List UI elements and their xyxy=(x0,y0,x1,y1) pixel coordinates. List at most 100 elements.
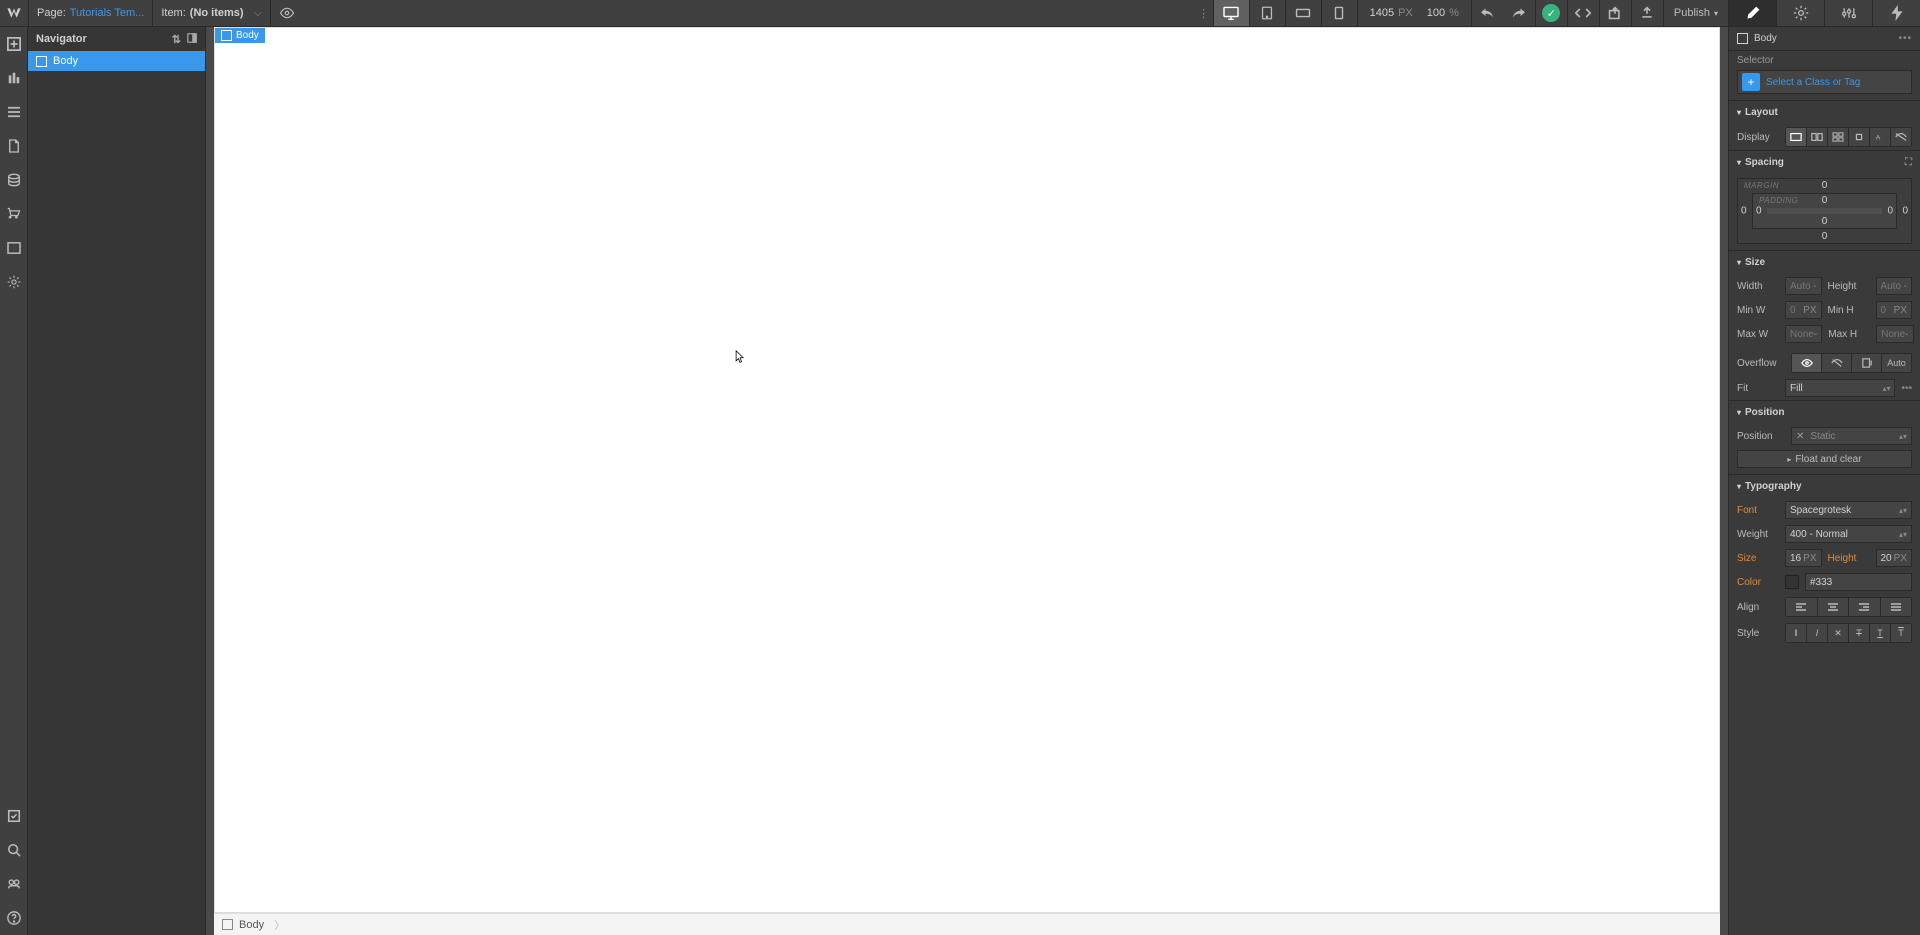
panel-tab-style-manager[interactable] xyxy=(1824,0,1872,26)
selected-element-badge: Body xyxy=(215,28,265,43)
display-grid[interactable] xyxy=(1828,128,1849,146)
text-overline[interactable]: T xyxy=(1891,624,1911,642)
section-typography-head[interactable]: ▾ Typography xyxy=(1729,475,1920,498)
margin-bottom[interactable]: 0 xyxy=(1822,231,1828,242)
align-right[interactable] xyxy=(1849,598,1881,616)
overflow-hidden[interactable] xyxy=(1822,354,1852,372)
minw-input[interactable]: 0PX xyxy=(1785,301,1822,319)
section-spacing-head[interactable]: ▾ Spacing ⛶ xyxy=(1729,151,1920,174)
rail-navigator[interactable] xyxy=(0,95,27,129)
margin-right[interactable]: 0 xyxy=(1902,206,1908,217)
maxw-input[interactable]: None- xyxy=(1785,325,1822,343)
navigator-item-body[interactable]: Body xyxy=(28,51,205,71)
element-more-icon[interactable]: ••• xyxy=(1898,33,1912,44)
rail-video[interactable] xyxy=(0,867,27,901)
rail-users[interactable] xyxy=(0,197,27,231)
align-center[interactable] xyxy=(1818,598,1850,616)
rail-assets[interactable] xyxy=(0,231,27,265)
rail-add-elements[interactable] xyxy=(0,27,27,61)
item-selector[interactable]: Item: (No items) ⌵ xyxy=(152,0,270,26)
rail-pages[interactable] xyxy=(0,61,27,95)
redo-button[interactable] xyxy=(1503,0,1535,26)
color-swatch[interactable] xyxy=(1785,575,1799,589)
section-position-head[interactable]: ▾ Position xyxy=(1729,401,1920,424)
section-layout-head[interactable]: ▾ Layout xyxy=(1729,101,1920,124)
minh-input[interactable]: 0PX xyxy=(1876,301,1913,319)
padding-box[interactable]: PADDING 0 0 0 0 xyxy=(1752,193,1897,229)
audit-button[interactable] xyxy=(1631,0,1663,26)
overflow-auto[interactable]: Auto xyxy=(1882,354,1911,372)
rail-ecommerce[interactable] xyxy=(0,163,27,197)
canvas-size-display[interactable]: 1405 PX 100 % xyxy=(1357,0,1471,26)
preview-button[interactable] xyxy=(270,0,304,26)
rail-help[interactable] xyxy=(0,901,27,935)
more-menu-icon[interactable]: ⋮ xyxy=(1195,0,1213,26)
align-justify[interactable] xyxy=(1881,598,1912,616)
margin-top[interactable]: 0 xyxy=(1822,180,1828,191)
clear-position-icon[interactable]: ✕ xyxy=(1796,431,1804,442)
class-selector-input[interactable]: + Select a Class or Tag xyxy=(1737,70,1912,94)
webflow-logo-icon[interactable] xyxy=(0,0,28,27)
rail-search[interactable] xyxy=(0,833,27,867)
display-flex[interactable] xyxy=(1807,128,1828,146)
height-input[interactable]: Auto- xyxy=(1876,277,1913,295)
display-none[interactable] xyxy=(1891,128,1911,146)
weight-select[interactable]: 400 - Normal▴▾ xyxy=(1785,525,1912,543)
breadcrumb-body[interactable]: Body xyxy=(239,919,264,931)
display-inline-block[interactable] xyxy=(1849,128,1870,146)
panel-tab-style[interactable] xyxy=(1728,0,1776,26)
breadcrumb-separator-icon: 〉 xyxy=(274,917,285,933)
font-select[interactable]: Spacegrotesk▴▾ xyxy=(1785,501,1912,519)
panel-tab-interactions[interactable] xyxy=(1872,0,1920,26)
breakpoint-desktop[interactable] xyxy=(1213,0,1249,26)
text-style-button-group: I I ✕ T T T xyxy=(1785,623,1912,643)
width-input[interactable]: Auto- xyxy=(1785,277,1822,295)
display-inline[interactable]: A xyxy=(1870,128,1891,146)
rail-audit[interactable] xyxy=(0,799,27,833)
padding-bottom[interactable]: 0 xyxy=(1822,216,1828,227)
undo-button[interactable] xyxy=(1471,0,1503,26)
expand-collapse-icon[interactable]: ⇅ xyxy=(172,33,181,46)
text-italic[interactable]: I xyxy=(1807,624,1828,642)
text-decoration-none[interactable]: ✕ xyxy=(1828,624,1849,642)
overflow-visible[interactable] xyxy=(1792,354,1822,372)
text-regular[interactable]: I xyxy=(1786,624,1807,642)
padding-top[interactable]: 0 xyxy=(1822,195,1828,206)
padding-right[interactable]: 0 xyxy=(1887,206,1893,217)
fit-more-icon[interactable]: ••• xyxy=(1901,383,1912,394)
rail-settings[interactable] xyxy=(0,265,27,299)
code-export-button[interactable] xyxy=(1567,0,1599,26)
breakpoint-tablet[interactable] xyxy=(1249,0,1285,26)
panel-tab-settings[interactable] xyxy=(1776,0,1824,26)
margin-left[interactable]: 0 xyxy=(1741,206,1747,217)
fit-select[interactable]: Fill▴▾ xyxy=(1785,379,1895,397)
display-block[interactable] xyxy=(1786,128,1807,146)
position-select[interactable]: ✕ Static ▴▾ xyxy=(1791,427,1912,445)
font-size-input[interactable]: 16PX xyxy=(1785,549,1822,567)
font-label: Font xyxy=(1737,505,1779,516)
padding-left[interactable]: 0 xyxy=(1756,206,1762,217)
line-height-input[interactable]: 20PX xyxy=(1876,549,1913,567)
text-strikethrough[interactable]: T xyxy=(1849,624,1870,642)
text-underline[interactable]: T xyxy=(1870,624,1891,642)
navigator-item-label: Body xyxy=(53,55,78,67)
page-selector[interactable]: Page: Tutorials Tem... xyxy=(28,0,152,26)
section-size-head[interactable]: ▾ Size xyxy=(1729,251,1920,274)
rail-cms[interactable] xyxy=(0,129,27,163)
color-input[interactable]: #333 xyxy=(1805,573,1912,591)
margin-box[interactable]: MARGIN 0 0 0 0 PADDING 0 0 0 0 xyxy=(1737,178,1912,244)
share-button[interactable] xyxy=(1599,0,1631,26)
breakpoint-mobile-portrait[interactable] xyxy=(1321,0,1357,26)
maxh-input[interactable]: None- xyxy=(1876,325,1913,343)
status-indicator[interactable]: ✓ xyxy=(1535,0,1567,26)
spacing-expand-icon[interactable]: ⛶ xyxy=(1905,157,1912,168)
publish-button[interactable]: Publish ▾ xyxy=(1663,0,1728,26)
align-left[interactable] xyxy=(1786,598,1818,616)
chevron-down-icon: ▾ xyxy=(1714,9,1718,18)
pin-panel-icon[interactable] xyxy=(187,33,197,46)
breakpoint-mobile-landscape[interactable] xyxy=(1285,0,1321,26)
zoom-unit: % xyxy=(1449,7,1459,19)
overflow-scroll[interactable] xyxy=(1852,354,1882,372)
float-and-clear-expand[interactable]: ▸ Float and clear xyxy=(1737,450,1912,468)
canvas-stage[interactable]: Body xyxy=(214,27,1720,913)
